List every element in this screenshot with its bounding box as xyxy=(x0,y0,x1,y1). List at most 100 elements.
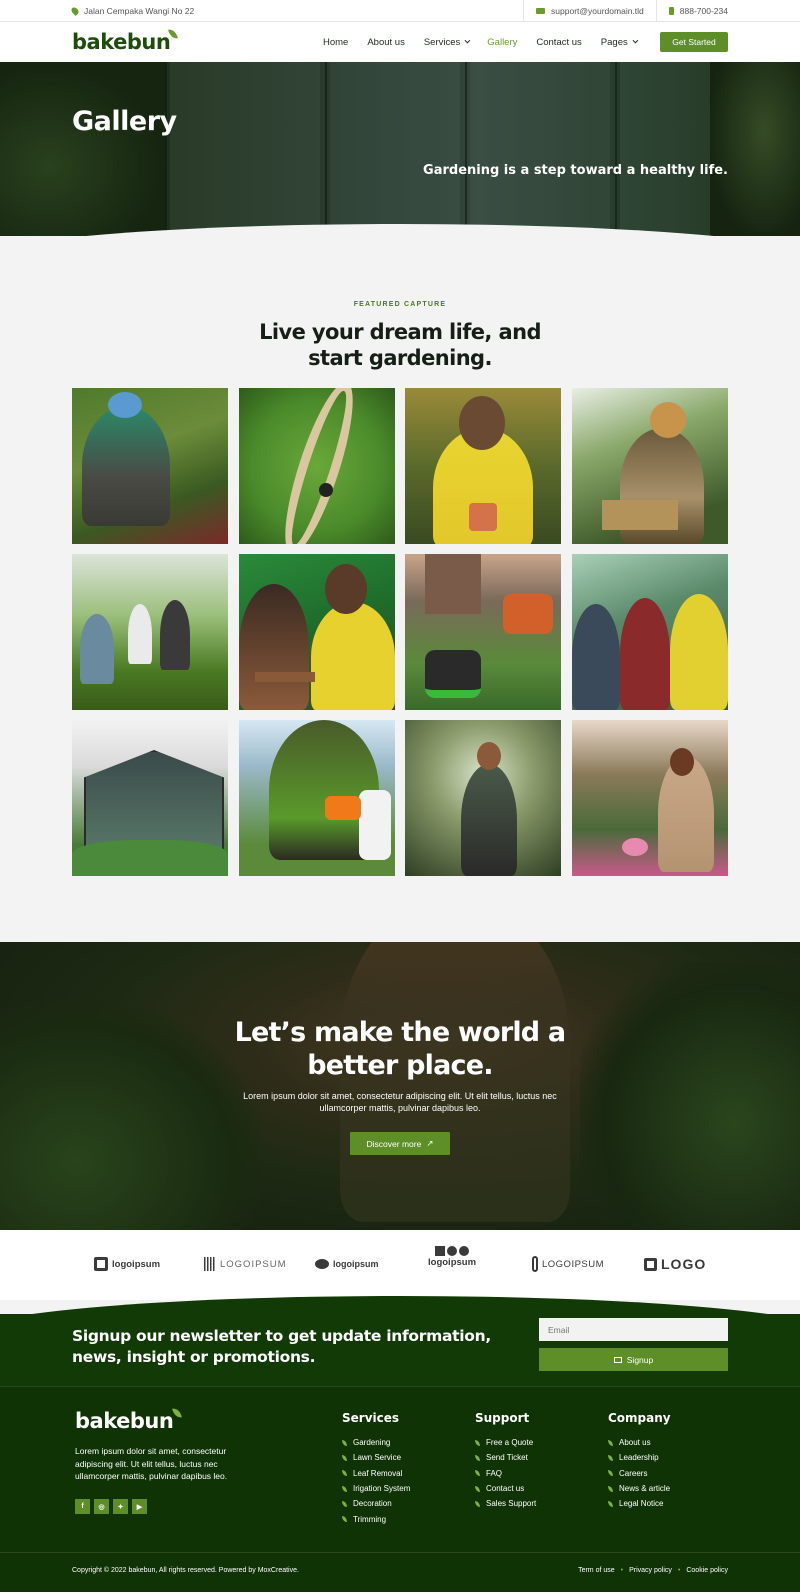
newsletter-section: Signup our newsletter to get update info… xyxy=(0,1314,800,1386)
link-label: Leaf Removal xyxy=(353,1468,403,1478)
nav-item-home[interactable]: Home xyxy=(323,37,348,48)
nav-label: Services xyxy=(423,36,461,48)
hero-overlay xyxy=(0,62,800,236)
nav-item-gallery[interactable]: Gallery xyxy=(487,37,517,48)
logo-mark-icon xyxy=(435,1246,470,1256)
footer-logo[interactable]: bakebun xyxy=(75,1407,183,1433)
footer-link[interactable]: Sales Support xyxy=(475,1496,536,1511)
footer-description: Lorem ipsum dolor sit amet, consectetur … xyxy=(75,1446,228,1481)
envelope-icon xyxy=(536,8,546,14)
gallery-photo-lawn-mower[interactable] xyxy=(405,554,562,710)
gallery-photo-gardener-kneeling[interactable] xyxy=(72,388,228,544)
nav-label: Contact us xyxy=(536,36,582,48)
footer-link[interactable]: Contact us xyxy=(475,1481,536,1496)
logo-text: logoipsum xyxy=(333,1259,379,1269)
link-label: Gardening xyxy=(353,1438,391,1448)
leaf-bullet-icon xyxy=(475,1454,480,1461)
gallery-photo-greenhouse[interactable] xyxy=(72,720,228,876)
privacy-link[interactable]: Privacy policy xyxy=(629,1567,672,1574)
email-text: support@yourdomain.tld xyxy=(551,6,644,16)
phone-text: 888-700-234 xyxy=(679,6,728,16)
nav-item-pages[interactable]: Pages xyxy=(600,36,638,48)
section-eyebrow: FEATURED CAPTURE xyxy=(353,301,447,308)
gallery-photo-nursery-woman[interactable] xyxy=(571,720,728,876)
legal-links: Term of use • Privacy policy • Cookie po… xyxy=(578,1567,728,1574)
footer-link[interactable]: Decoration xyxy=(342,1496,410,1511)
leaf-bullet-icon xyxy=(608,1439,613,1446)
email-input[interactable] xyxy=(539,1318,728,1341)
footer-link[interactable]: Gardening xyxy=(342,1435,410,1450)
leaf-bullet-icon xyxy=(342,1454,347,1461)
footer-link[interactable]: Send Ticket xyxy=(475,1450,536,1465)
footer-link[interactable]: Leadership xyxy=(608,1450,671,1465)
facebook-icon[interactable]: f xyxy=(75,1499,90,1514)
phone-link[interactable]: 888-700-234 xyxy=(655,0,728,22)
email-link[interactable]: support@yourdomain.tld xyxy=(523,0,656,22)
link-label: Leadership xyxy=(619,1453,659,1463)
partner-logo: LOGOIPSUM xyxy=(204,1252,287,1276)
footer-link[interactable]: Leaf Removal xyxy=(342,1466,410,1481)
youtube-icon[interactable]: ▶ xyxy=(132,1499,147,1514)
link-label: Irigation System xyxy=(353,1484,411,1494)
terms-link[interactable]: Term of use xyxy=(578,1567,615,1574)
face xyxy=(669,748,694,776)
twitter-icon[interactable]: ✦ xyxy=(113,1499,128,1514)
footer-link[interactable]: Free a Quote xyxy=(475,1435,536,1450)
gallery-photo-sprayer[interactable] xyxy=(238,720,395,876)
cookie-link[interactable]: Cookie policy xyxy=(686,1567,728,1574)
leaf-bullet-icon xyxy=(475,1485,480,1492)
hat xyxy=(649,402,686,438)
footer-link[interactable]: Careers xyxy=(608,1466,671,1481)
gallery-photo-woman-flowers[interactable] xyxy=(405,388,562,544)
leaf-bullet-icon xyxy=(475,1439,480,1446)
leaf-bullet-icon xyxy=(608,1470,613,1477)
figure xyxy=(310,602,395,710)
signup-button[interactable]: Signup xyxy=(539,1348,728,1371)
link-label: Trimming xyxy=(353,1514,387,1524)
footer-link[interactable]: FAQ xyxy=(475,1466,536,1481)
footer-link[interactable]: Lawn Service xyxy=(342,1450,410,1465)
footer-link[interactable]: Legal Notice xyxy=(608,1496,671,1511)
gallery-photo-family-garden[interactable] xyxy=(72,554,228,710)
hero-tagline: Gardening is a step toward a healthy lif… xyxy=(423,163,728,178)
gallery-photo-three-women[interactable] xyxy=(571,554,728,710)
mower xyxy=(318,483,333,497)
logo-text: logoipsum xyxy=(112,1258,161,1270)
figure xyxy=(461,764,518,876)
discover-more-button[interactable]: Discover more ↗ xyxy=(350,1132,450,1155)
partner-logo: logoipsum xyxy=(315,1252,379,1276)
figure xyxy=(82,406,170,526)
leaf-bullet-icon xyxy=(342,1470,347,1477)
instagram-icon[interactable]: ◎ xyxy=(94,1499,109,1514)
flower-pot xyxy=(469,503,498,531)
logo-mark-icon xyxy=(315,1259,329,1269)
leaf-bullet-icon xyxy=(342,1439,347,1446)
nav-item-about[interactable]: About us xyxy=(367,37,405,48)
footer-column-company: Company About us Leadership Careers News… xyxy=(608,1411,671,1511)
copyright: Copyright © 2022 bakebun, All rights res… xyxy=(72,1567,299,1574)
gallery-photo-garden-path-aerial[interactable] xyxy=(238,388,395,544)
leaf-bullet-icon xyxy=(608,1500,613,1507)
footer-link[interactable]: Irigation System xyxy=(342,1481,410,1496)
site-logo[interactable]: bakebun xyxy=(72,28,179,54)
footer-link[interactable]: Trimming xyxy=(342,1511,410,1526)
nav-item-services[interactable]: Services xyxy=(423,36,471,48)
envelope-icon xyxy=(613,1356,622,1363)
link-label: Decoration xyxy=(353,1499,392,1509)
figure xyxy=(571,604,620,710)
footer-link[interactable]: News & article xyxy=(608,1481,671,1496)
leaf-bullet-icon xyxy=(608,1485,613,1492)
site-footer: bakebun Lorem ipsum dolor sit amet, cons… xyxy=(0,1386,800,1592)
link-label: News & article xyxy=(619,1484,671,1494)
gallery-photo-women-tablet[interactable] xyxy=(238,554,395,710)
gallery-photo-man-clipboard[interactable] xyxy=(405,720,562,876)
link-label: Contact us xyxy=(486,1484,525,1494)
footer-link[interactable]: About us xyxy=(608,1435,671,1450)
link-label: Free a Quote xyxy=(486,1438,534,1448)
nav-item-contact[interactable]: Contact us xyxy=(536,37,581,48)
gallery-photo-woman-veg-crate[interactable] xyxy=(571,388,728,544)
get-started-button[interactable]: Get Started xyxy=(660,32,728,52)
section-title: Live your dream life, and start gardenin… xyxy=(259,320,541,370)
logo-mark-icon xyxy=(204,1257,216,1271)
nav-label: Pages xyxy=(600,36,628,48)
